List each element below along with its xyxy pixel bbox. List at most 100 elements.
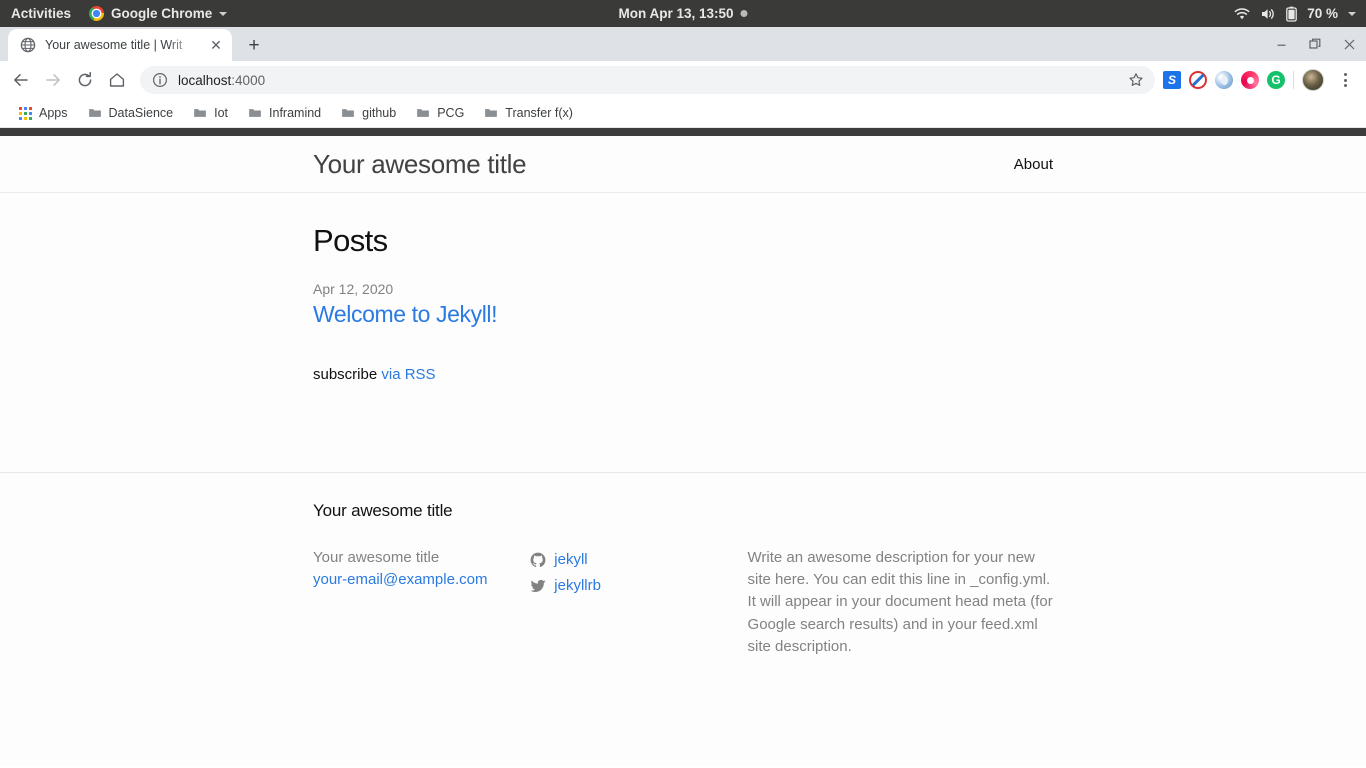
url-host: localhost [178,72,232,88]
post-date: Apr 12, 2020 [313,281,394,297]
active-app-label: Google Chrome [111,6,213,21]
folder-icon [342,109,355,117]
volume-icon [1262,8,1274,19]
bookmark-folder-pcg[interactable]: PCG [408,103,472,123]
globe-icon [20,37,36,53]
rss-link[interactable]: via RSS [381,366,435,383]
footer-contact-column: Your awesome title your-email@example.co… [313,547,530,658]
battery-percent-label: 70 % [1307,6,1338,21]
wifi-icon [1234,7,1250,19]
site-footer: Your awesome title Your awesome title yo… [0,472,1366,658]
chrome-window: Your awesome title | Writ ✕ + localhost:… [0,27,1366,766]
window-controls [1264,27,1366,61]
system-tray[interactable]: 70 % [1234,6,1356,22]
social-list: jekyll jekyllrb [530,547,747,600]
bookmark-folder-github[interactable]: github [333,103,404,123]
activities-button[interactable]: Activities [11,6,71,21]
list-item: Apr 12, 2020 Welcome to Jekyll! [313,281,1053,328]
folder-icon [88,109,101,117]
caret-down-icon [219,11,228,16]
subscribe-line: subscribe via RSS [313,366,1053,383]
toolbar-divider [1293,71,1294,89]
list-item: jekyllrb [530,573,747,599]
bookmark-label: Iot [214,106,229,120]
folder-icon [485,109,498,117]
close-icon[interactable]: ✕ [208,37,224,53]
new-tab-button[interactable]: + [240,31,268,59]
profile-avatar-icon[interactable] [1302,69,1324,91]
gnome-left-cluster: Activities Google Chrome [0,6,228,21]
bookmarks-bar: Apps DataSience Iot Inframind github PCG… [0,99,1366,128]
twitter-icon [530,580,546,593]
apps-grid-icon [18,106,32,120]
star-icon[interactable] [1123,67,1149,93]
bookmark-folder-datasience[interactable]: DataSience [80,103,182,123]
address-bar-url: localhost:4000 [178,73,1123,88]
social-link-github[interactable]: jekyll [554,547,587,573]
list-item: your-email@example.com [313,569,530,591]
grammarly-extension-icon[interactable]: G [1267,71,1285,89]
bookmark-apps[interactable]: Apps [10,103,76,123]
list-item: jekyll [530,547,747,573]
address-bar[interactable]: localhost:4000 [140,66,1155,94]
adblock-extension-icon[interactable] [1189,71,1207,89]
footer-description: Write an awesome description for your ne… [747,549,1053,655]
contact-name: Your awesome title [313,549,440,566]
bookmark-label: Inframind [269,106,322,120]
nav-link-about[interactable]: About [1014,156,1053,173]
social-link-twitter[interactable]: jekyllrb [554,573,601,599]
bookmark-label: Transfer f(x) [505,106,573,120]
page-title: Posts [313,223,388,258]
close-icon[interactable] [1332,27,1366,61]
subscribe-label: subscribe [313,366,382,383]
browser-toolbar: localhost:4000 S G [0,61,1366,99]
footer-social-column: jekyll jekyllrb [530,547,747,658]
contact-email-link[interactable]: your-email@example.com [313,571,487,588]
notification-dot-icon [740,10,748,17]
bookmark-label: PCG [437,106,465,120]
site-nav: About [1014,156,1053,173]
scribd-extension-icon[interactable]: S [1163,71,1181,89]
chrome-logo-icon [89,6,105,21]
footer-heading: Your awesome title [313,501,453,520]
caret-down-icon [1348,11,1356,16]
site-title[interactable]: Your awesome title [313,149,527,180]
post-list: Apr 12, 2020 Welcome to Jekyll! [313,281,1053,328]
bookmark-label: DataSience [108,106,174,120]
clock-menu[interactable]: Mon Apr 13, 13:50 [618,6,748,21]
kebab-menu-icon[interactable] [1332,67,1358,93]
bookmark-label: Apps [39,106,68,120]
minimize-icon[interactable] [1264,27,1298,61]
forward-arrow-icon[interactable] [38,65,68,95]
site-header: Your awesome title About [0,136,1366,193]
gnome-top-bar: Activities Google Chrome Mon Apr 13, 13:… [0,0,1366,27]
drop-extension-icon[interactable] [1215,71,1233,89]
main-content: Posts Apr 12, 2020 Welcome to Jekyll! su… [0,193,1366,383]
clock-label: Mon Apr 13, 13:50 [618,6,734,21]
tab-title: Your awesome title | Writ [45,38,183,52]
restore-icon[interactable] [1298,27,1332,61]
extensions-row: S G [1163,67,1360,93]
post-link[interactable]: Welcome to Jekyll! [313,301,498,327]
github-icon [530,552,546,568]
page-top-strip [0,128,1366,136]
spiral-extension-icon[interactable] [1241,71,1259,89]
contact-list: Your awesome title your-email@example.co… [313,547,530,591]
folder-icon [249,109,261,117]
bookmark-folder-iot[interactable]: Iot [185,103,236,123]
footer-columns: Your awesome title your-email@example.co… [313,547,1053,658]
home-icon[interactable] [102,65,132,95]
battery-icon [1286,6,1298,22]
url-port: :4000 [231,72,266,88]
active-app-menu[interactable]: Google Chrome [89,6,228,21]
info-circle-icon[interactable] [152,72,168,88]
reload-icon[interactable] [70,65,100,95]
browser-tab[interactable]: Your awesome title | Writ ✕ [8,29,232,61]
bookmark-folder-inframind[interactable]: Inframind [240,103,329,123]
footer-description-column: Write an awesome description for your ne… [748,547,1053,658]
folder-icon [417,109,430,117]
bookmark-folder-transfer-fx[interactable]: Transfer f(x) [476,103,581,123]
tab-strip: Your awesome title | Writ ✕ + [0,27,1366,61]
back-arrow-icon[interactable] [6,65,36,95]
folder-icon [194,109,206,117]
